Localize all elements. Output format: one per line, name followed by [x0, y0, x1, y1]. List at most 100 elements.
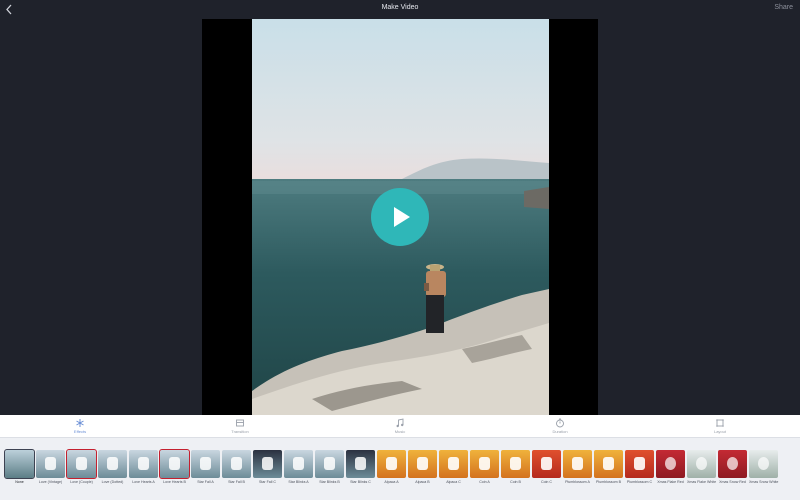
effect-thumbnail[interactable]: Coin A — [470, 450, 499, 486]
effects-strip: None Love (Vintage) Love (Couple) Love (Dot… — [0, 438, 800, 500]
layout-icon — [716, 419, 724, 427]
effect-thumbnail[interactable]: Xmas Snow White — [749, 450, 778, 486]
effect-label: Star Blinks A — [288, 480, 309, 484]
effect-motif — [448, 457, 459, 470]
tab-label: Effects — [73, 429, 87, 434]
effect-thumbnail[interactable]: Plumblossom C — [625, 450, 654, 486]
effect-thumbnail[interactable]: Love Hearts A — [129, 450, 158, 486]
effect-motif — [324, 457, 335, 470]
effect-thumbnail[interactable]: Xmas Flake White — [687, 450, 716, 486]
effect-thumbnail[interactable]: Alpaca A — [377, 450, 406, 486]
effect-motif — [727, 457, 738, 470]
effect-preview-image — [4, 449, 35, 479]
effect-preview-image — [253, 450, 282, 478]
effect-label: Star Fall C — [259, 480, 276, 484]
video-preview — [0, 19, 800, 415]
effect-label: Love (Dotted) — [101, 480, 124, 484]
effect-thumbnail[interactable]: None — [4, 449, 35, 486]
effect-motif — [758, 457, 769, 470]
effect-motif — [14, 457, 25, 470]
effect-preview-image — [625, 450, 654, 478]
effect-motif — [355, 457, 366, 470]
effect-label: Xmas Snow White — [749, 480, 779, 484]
share-button[interactable]: Share — [774, 4, 793, 11]
effects-icon — [76, 419, 84, 427]
effect-thumbnail[interactable]: Xmas Flake Red — [656, 450, 685, 486]
tab-label: Layout — [713, 429, 726, 434]
effect-thumbnail[interactable]: Alpaca C — [439, 450, 468, 486]
tab-music[interactable]: Music — [360, 417, 440, 437]
effect-motif — [386, 457, 397, 470]
effect-thumbnail[interactable]: Star Fall C — [253, 450, 282, 486]
effect-thumbnail[interactable]: Love (Couple) — [66, 449, 97, 486]
effect-thumbnail[interactable]: Love (Vintage) — [36, 450, 65, 486]
effect-preview-image — [408, 450, 437, 478]
effect-preview-image — [222, 450, 251, 478]
effect-preview-image — [98, 450, 127, 478]
effect-preview-image — [718, 450, 747, 478]
effect-motif — [541, 457, 552, 470]
effect-thumbnail[interactable]: Star Blinks A — [284, 450, 313, 486]
effect-thumbnail[interactable]: Love (Dotted) — [98, 450, 127, 486]
effect-motif — [138, 457, 149, 470]
effect-preview-image — [687, 450, 716, 478]
effect-preview-image — [439, 450, 468, 478]
effect-label: Star Blinks C — [350, 480, 371, 484]
effect-label: Alpaca C — [446, 480, 461, 484]
effect-label: Plumblossom B — [596, 480, 621, 484]
effect-label: Star Blinks B — [319, 480, 340, 484]
effect-thumbnail[interactable]: Coin B — [501, 450, 530, 486]
effect-label: Plumblossom C — [626, 480, 653, 484]
effect-motif — [262, 457, 273, 470]
effect-preview-image — [501, 450, 530, 478]
effect-thumbnail[interactable]: Love Hearts B — [159, 449, 190, 486]
effect-label: Coin B — [510, 480, 521, 484]
tab-label: Transition — [231, 429, 249, 434]
tab-layout[interactable]: Layout — [680, 417, 760, 437]
effect-preview-image — [532, 450, 561, 478]
effect-label: Love Hearts A — [132, 480, 155, 484]
effect-label: Star Fall B — [228, 480, 245, 484]
effect-motif — [634, 457, 645, 470]
effect-label: Star Fall A — [197, 480, 214, 484]
duration-icon — [556, 418, 564, 428]
effect-label: None — [15, 480, 24, 484]
effect-preview-image — [191, 450, 220, 478]
effect-thumbnail[interactable]: Star Blinks B — [315, 450, 344, 486]
effect-thumbnail[interactable]: Alpaca B — [408, 450, 437, 486]
effect-preview-image — [594, 450, 623, 478]
play-button[interactable] — [371, 188, 429, 246]
effect-thumbnail[interactable]: Star Fall B — [222, 450, 251, 486]
effect-thumbnail[interactable]: Coin C — [532, 450, 561, 486]
tab-duration[interactable]: Duration — [520, 417, 600, 437]
effect-label: Love Hearts B — [163, 480, 186, 484]
effect-preview-image — [36, 450, 65, 478]
effect-motif — [76, 457, 87, 470]
top-bar: Make Video Share — [0, 0, 800, 19]
effect-preview-image — [563, 450, 592, 478]
effect-motif — [510, 457, 521, 470]
effect-thumbnail[interactable]: Star Blinks C — [346, 450, 375, 486]
effect-thumbnail[interactable]: Plumblossom B — [594, 450, 623, 486]
effect-motif — [572, 457, 583, 470]
tab-effects[interactable]: Effects — [40, 417, 120, 437]
effect-label: Coin C — [541, 480, 552, 484]
effect-preview-image — [749, 450, 778, 478]
effect-label: Love (Couple) — [70, 480, 93, 484]
effect-label: Xmas Flake White — [687, 480, 717, 484]
effect-thumbnail[interactable]: Plumblossom A — [563, 450, 592, 486]
effect-label: Coin A — [479, 480, 490, 484]
play-icon — [394, 207, 410, 227]
effect-preview-image — [346, 450, 375, 478]
effect-motif — [200, 457, 211, 470]
effect-motif — [45, 457, 56, 470]
effect-thumbnail[interactable]: Star Fall A — [191, 450, 220, 486]
music-icon — [396, 418, 404, 428]
tab-transition[interactable]: Transition — [200, 417, 280, 437]
effect-preview-image — [284, 450, 313, 478]
effect-label: Alpaca B — [415, 480, 430, 484]
effect-motif — [107, 457, 118, 470]
effect-thumbnail[interactable]: Xmas Snow Red — [718, 450, 747, 486]
tab-label: Duration — [552, 429, 568, 434]
effect-preview-image — [315, 450, 344, 478]
